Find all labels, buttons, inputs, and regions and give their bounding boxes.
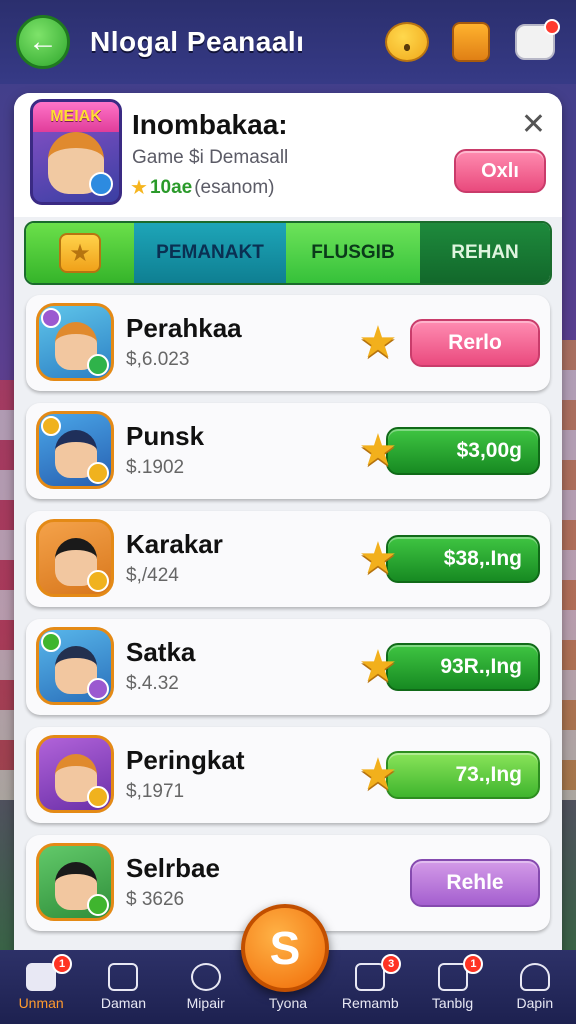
tab-rehan[interactable]: REHAN [420, 223, 550, 283]
profile-card: MEIAK Inombakaa: Game $i Demasall ★ 10ae… [14, 93, 562, 217]
list-item[interactable]: Satka $.4.32 93R.,Ing ★ [26, 619, 550, 715]
nav-label: Tyona [268, 995, 308, 1011]
star-icon: ★ [358, 750, 398, 799]
shop-icon [108, 963, 139, 991]
profile-avatar[interactable]: MEIAK [30, 99, 122, 205]
back-button[interactable]: ← [16, 15, 70, 69]
nav-label: Remamb [341, 995, 399, 1011]
nav-label: Dapin [516, 995, 554, 1011]
item-price: $ 3626 [126, 889, 185, 910]
nav-item-ranking[interactable]: Tanblg 1 [411, 950, 493, 1024]
sword-badge-icon [87, 462, 109, 484]
item-price: $,/424 [126, 565, 179, 586]
nav-label: Mipair [186, 995, 225, 1011]
profile-badge-ribbon: MEIAK [33, 102, 119, 132]
page-title: Nlogal Peanaalı [90, 26, 305, 57]
nav-item-home[interactable]: Unman 1 [0, 950, 82, 1024]
star-icon: ★ [358, 642, 398, 691]
item-action-button[interactable]: Rehle [410, 859, 540, 907]
item-price: $,6.023 [126, 349, 190, 370]
sword-badge-icon [87, 678, 109, 700]
profile-subtitle: Game $i Demasall [132, 147, 289, 168]
profile-rating: ★ 10ae (esanom) [130, 175, 274, 200]
leaf-badge-icon [87, 894, 109, 916]
item-price: $.1902 [126, 457, 185, 478]
item-action-button[interactable]: 73.,Ing [386, 751, 540, 799]
profile-action-button[interactable]: Oxlı [454, 149, 546, 193]
star-icon: ★ [358, 534, 398, 583]
rating-text: (esanom) [194, 176, 275, 198]
item-name: Peringkat [126, 745, 245, 775]
tab-flusgib[interactable]: FLUSGIB [286, 223, 420, 283]
list-item[interactable]: Perahkaa $,6.023 ★ Rerlo [26, 295, 550, 391]
lightning-icon: S [269, 922, 301, 974]
sword-badge-icon [87, 786, 109, 808]
nav-badge: 1 [463, 954, 484, 974]
character-avatar [36, 843, 114, 921]
nav-badge: 1 [52, 954, 72, 974]
user-icon [519, 963, 550, 991]
character-avatar [36, 303, 114, 381]
level-badge-icon [41, 308, 61, 328]
nav-badge: 3 [381, 954, 402, 974]
star-icon: ★ [358, 318, 398, 367]
gift-button[interactable] [446, 17, 496, 67]
sword-badge-icon [87, 570, 109, 592]
item-name: Perahkaa [126, 313, 242, 343]
character-avatar [36, 411, 114, 489]
character-avatar [36, 519, 114, 597]
item-name: Karakar [126, 529, 223, 559]
notification-dot [544, 19, 560, 35]
item-name: Satka [126, 637, 196, 667]
level-badge-icon [41, 416, 61, 436]
close-icon[interactable]: ✕ [521, 107, 546, 142]
level-badge-icon [41, 632, 61, 652]
item-action-button[interactable]: 93R.,Ing [386, 643, 540, 691]
nav-item-profile[interactable]: Dapin [494, 950, 576, 1024]
star-icon: ★ [130, 177, 148, 199]
item-name: Punsk [126, 421, 205, 451]
main-panel: MEIAK Inombakaa: Game $i Demasall ★ 10ae… [14, 93, 562, 983]
main-action-button[interactable]: S [241, 904, 329, 992]
character-avatar [36, 735, 114, 813]
shield-icon [89, 172, 113, 196]
item-action-button[interactable]: $38,.Ing [386, 535, 540, 583]
tab-bar: ★ PEMANAKT FLUSGIB REHAN [24, 221, 552, 285]
star-icon: ★ [358, 426, 398, 475]
list-item[interactable]: Peringkat $,1971 73.,Ing ★ [26, 727, 550, 823]
check-badge-icon [87, 354, 109, 376]
nav-label: Daman [100, 995, 146, 1011]
item-price: $,1971 [126, 781, 185, 802]
list-item[interactable]: Punsk $.1902 $3,00g ★ [26, 403, 550, 499]
nav-item-shop[interactable]: Daman [82, 950, 164, 1024]
item-price: $.4.32 [126, 673, 179, 694]
nav-label: Unman [18, 995, 64, 1011]
item-action-button[interactable]: Rerlo [410, 319, 540, 367]
notification-button[interactable] [510, 17, 560, 67]
nav-item-remamb[interactable]: Remamb 3 [329, 950, 411, 1024]
profile-name: Inombakaa: [132, 109, 288, 140]
compass-icon [190, 963, 221, 991]
smiley-icon [385, 22, 429, 62]
arrow-left-icon: ← [28, 25, 58, 58]
rating-points: 10ae [149, 176, 193, 198]
list-item[interactable]: Karakar $,/424 $38,.Ing ★ [26, 511, 550, 607]
top-bar: ← Nlogal Peanaalı [0, 0, 576, 84]
item-action-button[interactable]: $3,00g [386, 427, 540, 475]
nav-item-battle[interactable]: Mipair [165, 950, 247, 1024]
gift-icon [452, 22, 490, 62]
tab-pemanakt[interactable]: PEMANAKT [134, 223, 286, 283]
tab-favorites[interactable]: ★ [26, 223, 134, 283]
character-avatar [36, 627, 114, 705]
nav-label: Tanblg [431, 995, 474, 1011]
item-name: Selrbae [126, 853, 220, 883]
star-icon: ★ [59, 233, 101, 273]
emote-button[interactable] [382, 17, 432, 67]
